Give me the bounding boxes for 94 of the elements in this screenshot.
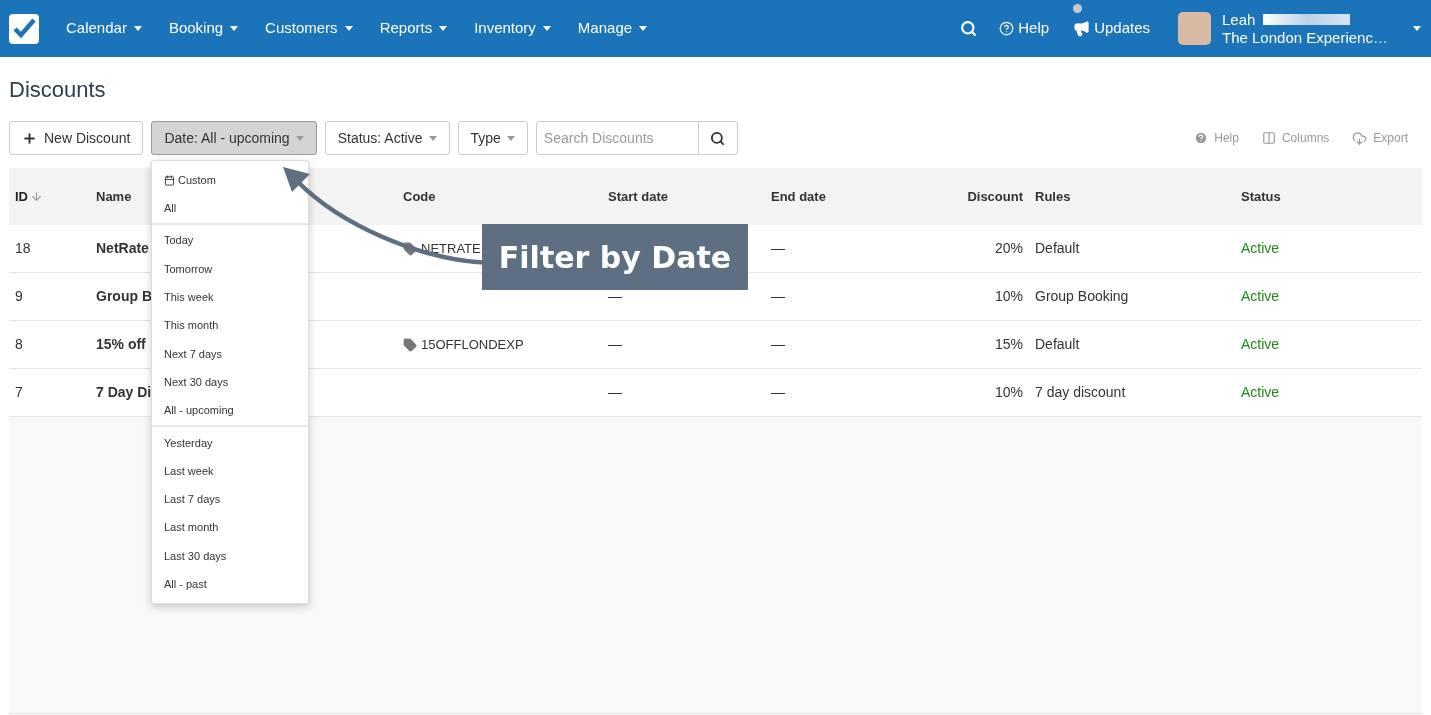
name-cell: 7 Day Di: [96, 384, 152, 400]
name-cell: NetRate: [96, 240, 149, 256]
search-icon[interactable]: [960, 20, 978, 37]
menu-item[interactable]: All: [152, 194, 308, 223]
end-date-cell: —: [771, 336, 785, 352]
caret-icon: [133, 26, 142, 31]
nav-menu[interactable]: Customers: [265, 17, 353, 40]
rules-cell: Group Booking: [1035, 288, 1129, 304]
callout-text: Filter by Date: [498, 238, 732, 277]
code-cell-text: NETRATE: [421, 239, 481, 258]
rules-cell: 7 day discount: [1035, 384, 1126, 400]
search-input[interactable]: Search Discounts: [536, 122, 698, 154]
columns-icon: [1261, 131, 1276, 145]
status-cell: Active: [1241, 384, 1280, 400]
menu-item[interactable]: Today: [152, 226, 308, 255]
page-title: Discounts: [9, 77, 107, 103]
caret-icon: [295, 135, 304, 141]
nav-menu[interactable]: Calendar: [66, 17, 142, 40]
start-date-cell: —: [608, 384, 622, 400]
cloud-download-icon: [1352, 130, 1368, 146]
column-header[interactable]: Discount: [967, 186, 1023, 207]
menu-item[interactable]: All - past: [152, 570, 308, 599]
menu-item[interactable]: All - upcoming: [152, 396, 308, 425]
nav-menu[interactable]: Booking: [168, 17, 239, 40]
name-cell: Group B: [96, 288, 152, 304]
end-date-cell: —: [771, 288, 785, 304]
discount-cell: 20%: [994, 240, 1023, 256]
help-icon: [999, 21, 1015, 36]
user-name: Leah: [1222, 10, 1256, 29]
discount-cell: 10%: [994, 288, 1023, 304]
caret-icon: [428, 135, 437, 141]
discount-cell: 15%: [994, 336, 1023, 352]
id-cell: 9: [15, 288, 23, 304]
company-name: The London Experienc…: [1222, 28, 1389, 47]
caret-icon: [344, 26, 353, 31]
status-cell: Active: [1241, 336, 1280, 352]
caret-icon: [439, 26, 448, 31]
new-discount-button[interactable]: New Discount: [9, 121, 144, 155]
id-cell: 7: [15, 384, 23, 400]
menu-item[interactable]: Last 7 days: [152, 485, 308, 514]
code-cell-text: 15OFFLONDEXP: [421, 335, 524, 354]
start-date-cell: —: [608, 336, 622, 352]
search-icon: [710, 130, 726, 146]
status-cell: Active: [1241, 240, 1280, 256]
menu-item[interactable]: This month: [152, 311, 308, 340]
filter-dropdown[interactable]: Date: All - upcoming: [151, 121, 317, 155]
end-date-cell: —: [771, 384, 785, 400]
search-field[interactable]: Search Discounts: [535, 121, 738, 155]
calendar-icon: [164, 174, 175, 186]
name-cell: 15% off: [96, 336, 146, 352]
caret-icon: [506, 135, 515, 141]
column-header[interactable]: Code: [403, 186, 436, 207]
menu-item[interactable]: Next 30 days: [152, 368, 308, 397]
checkmark-logo-icon[interactable]: [9, 13, 39, 44]
nav-menu[interactable]: Inventory: [474, 17, 551, 40]
rules-cell: Default: [1035, 336, 1080, 352]
nav-menu[interactable]: Manage: [577, 17, 648, 40]
filter-dropdown[interactable]: Type: [457, 121, 528, 155]
menu-item[interactable]: Yesterday: [152, 428, 308, 457]
discount-cell: 10%: [994, 384, 1023, 400]
caret-icon: [230, 26, 239, 31]
menu-item[interactable]: Last week: [152, 456, 308, 486]
tag-icon: [403, 337, 417, 352]
column-header[interactable]: Rules: [1035, 186, 1071, 207]
megaphone-icon: [1073, 20, 1091, 37]
nav-menu[interactable]: Reports: [379, 17, 448, 40]
updates-link[interactable]: Updates: [1073, 17, 1150, 40]
rules-cell: Default: [1035, 240, 1080, 256]
caret-icon: [1413, 26, 1421, 31]
column-header[interactable]: Status: [1241, 186, 1281, 207]
help-icon: [1194, 131, 1209, 145]
id-cell: 8: [15, 336, 23, 352]
column-header[interactable]: ID: [15, 186, 28, 207]
status-cell: Active: [1241, 288, 1280, 304]
caret-icon: [542, 26, 551, 31]
sort-arrow-icon: [30, 190, 43, 203]
help-link[interactable]: Help: [999, 17, 1050, 40]
menu-item[interactable]: Last 30 days: [152, 541, 308, 571]
menu-item[interactable]: Tomorrow: [152, 254, 308, 284]
end-date-cell: —: [771, 240, 785, 256]
tag-icon: [403, 241, 417, 256]
plus-icon: [22, 130, 37, 146]
avatar-placeholder: [1178, 12, 1211, 45]
id-cell: 18: [15, 240, 31, 256]
column-header[interactable]: Start date: [608, 186, 668, 207]
column-header[interactable]: Name: [96, 186, 132, 207]
menu-item[interactable]: Last month: [152, 513, 308, 542]
filter-dropdown[interactable]: Status: Active: [324, 121, 450, 155]
menu-item[interactable]: Next 7 days: [152, 339, 308, 369]
caret-icon: [639, 26, 648, 31]
menu-item[interactable]: Custom: [152, 166, 308, 195]
menu-item[interactable]: This week: [152, 283, 308, 312]
column-header[interactable]: End date: [771, 186, 826, 207]
start-date-cell: —: [608, 288, 622, 304]
